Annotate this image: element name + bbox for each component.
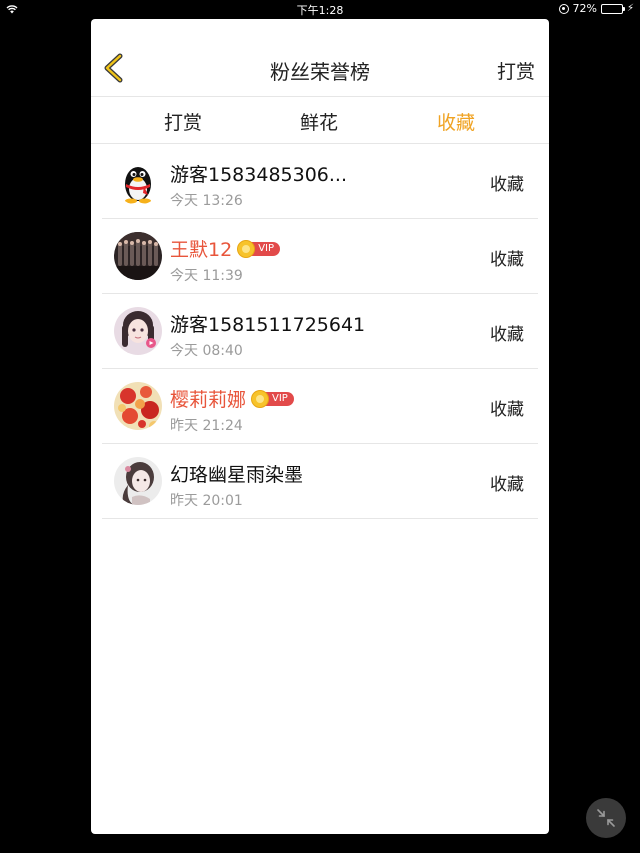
favorite-time: 昨天 20:01 bbox=[170, 493, 243, 509]
group-photo-avatar bbox=[114, 232, 162, 280]
status-bar: 下午1:28 72% ⚡ bbox=[0, 0, 640, 18]
flowers-avatar bbox=[114, 382, 162, 430]
qq-penguin-avatar bbox=[114, 157, 162, 205]
favorite-time: 今天 11:39 bbox=[170, 268, 243, 284]
favorite-label: 收藏 bbox=[490, 175, 524, 195]
vip-badge: VIP bbox=[237, 239, 281, 258]
vip-coin-icon bbox=[237, 239, 256, 258]
list-item[interactable]: 游客1583485306... 今天 13:26 收藏 bbox=[102, 144, 538, 219]
favorite-label: 收藏 bbox=[490, 325, 524, 345]
user-name-text: 樱莉莉娜 bbox=[170, 389, 247, 411]
user-name: 幻珞幽星雨染墨 bbox=[170, 460, 303, 487]
favorite-label: 收藏 bbox=[490, 475, 524, 495]
list-item[interactable]: 幻珞幽星雨染墨 昨天 20:01 收藏 bbox=[102, 444, 538, 519]
user-name-text: 王默12 bbox=[170, 239, 233, 261]
battery-icon bbox=[600, 3, 625, 14]
favorites-list: 游客1583485306... 今天 13:26 收藏 王默12 VIP 今天 … bbox=[102, 144, 538, 519]
user-name: 王默12 VIP bbox=[170, 235, 281, 262]
battery-percent: 72% bbox=[572, 2, 597, 15]
list-item[interactable]: 樱莉莉娜 VIP 昨天 21:24 收藏 bbox=[102, 369, 538, 444]
charging-icon: ⚡ bbox=[626, 2, 634, 14]
user-name-text: 游客1581511725641 bbox=[170, 314, 366, 336]
tab-reward[interactable]: 打赏 bbox=[164, 108, 202, 135]
favorite-label: 收藏 bbox=[490, 250, 524, 270]
favorite-label: 收藏 bbox=[490, 400, 524, 420]
user-name: 樱莉莉娜 VIP bbox=[170, 385, 294, 412]
list-item[interactable]: 游客1581511725641 今天 08:40 收藏 bbox=[102, 294, 538, 369]
status-time: 下午1:28 bbox=[296, 4, 344, 17]
fans-honor-panel: 粉丝荣誉榜 打赏 打赏 鲜花 收藏 游客1583485306... 今天 13:… bbox=[91, 19, 549, 834]
user-name-text: 幻珞幽星雨染墨 bbox=[170, 464, 304, 486]
favorite-time: 今天 08:40 bbox=[170, 343, 243, 359]
collapse-button[interactable] bbox=[586, 798, 626, 838]
nav-bar: 粉丝荣誉榜 打赏 bbox=[91, 19, 549, 97]
reward-button[interactable]: 打赏 bbox=[497, 57, 535, 84]
page-title: 粉丝荣誉榜 bbox=[270, 60, 370, 84]
vip-coin-icon bbox=[251, 389, 270, 408]
favorite-time: 昨天 21:24 bbox=[170, 418, 243, 434]
tab-flowers[interactable]: 鲜花 bbox=[300, 108, 338, 135]
status-right: 72% ⚡ bbox=[558, 2, 634, 15]
tab-bar: 打赏 鲜花 收藏 bbox=[91, 97, 549, 144]
girl-portrait-avatar bbox=[114, 457, 162, 505]
user-name: 游客1583485306... bbox=[170, 160, 347, 187]
user-name-text: 游客1583485306... bbox=[170, 164, 348, 186]
vip-badge: VIP bbox=[251, 389, 294, 408]
list-item[interactable]: 王默12 VIP 今天 11:39 收藏 bbox=[102, 219, 538, 294]
rotation-lock-icon bbox=[558, 3, 569, 14]
collapse-arrows-icon bbox=[597, 809, 615, 827]
tab-favorites[interactable]: 收藏 bbox=[437, 108, 475, 135]
favorite-time: 今天 13:26 bbox=[170, 193, 243, 209]
user-name: 游客1581511725641 bbox=[170, 310, 365, 337]
anime-girl-avatar bbox=[114, 307, 162, 355]
